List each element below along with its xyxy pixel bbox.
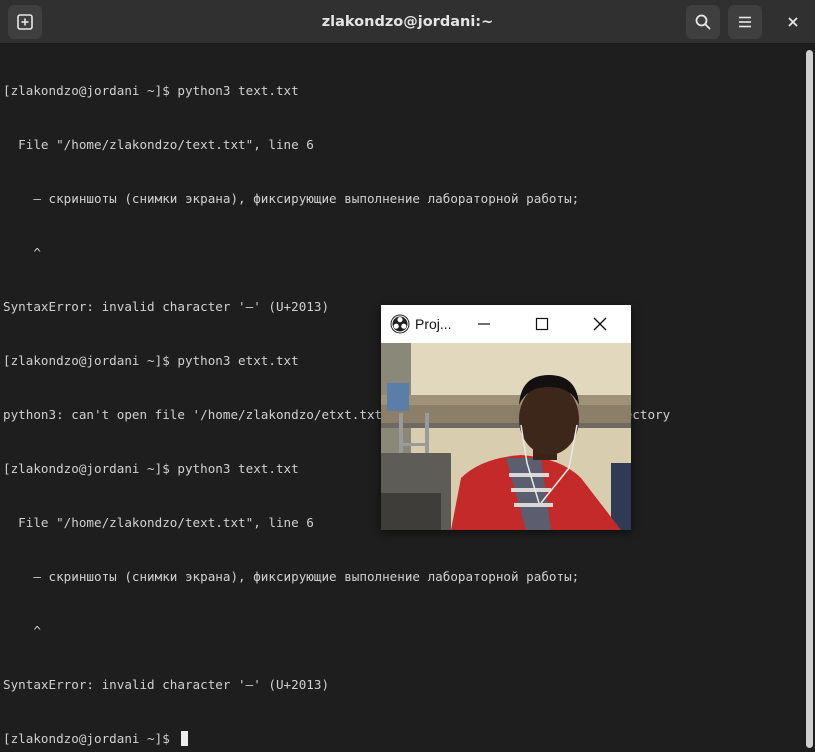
terminal-scrollbar[interactable] <box>802 46 815 752</box>
close-window-button[interactable] <box>778 8 808 36</box>
webcam-image <box>381 343 631 530</box>
search-button[interactable] <box>686 5 720 39</box>
terminal-line: – скриншоты (снимки экрана), фиксирующие… <box>3 191 580 206</box>
header-bar: zlakondzo@jordani:~ <box>0 0 815 44</box>
terminal-line: [zlakondzo@jordani ~]$ python3 text.txt <box>3 83 299 98</box>
terminal-prompt: [zlakondzo@jordani ~]$ <box>3 731 178 746</box>
terminal-line: ^ <box>3 623 41 638</box>
text-cursor <box>181 731 189 746</box>
window-title: zlakondzo@jordani:~ <box>321 14 494 30</box>
terminal-prompt-line[interactable]: [zlakondzo@jordani ~]$ <box>3 730 802 748</box>
terminal-line: SyntaxError: invalid character '–' (U+20… <box>3 677 330 692</box>
search-icon <box>695 14 711 30</box>
terminal-line: – скриншоты (снимки экрана), фиксирующие… <box>3 569 580 584</box>
new-tab-icon <box>17 14 33 30</box>
new-tab-button[interactable] <box>8 5 42 39</box>
projector-close-button[interactable] <box>577 305 623 343</box>
projector-titlebar[interactable]: Proj... <box>381 305 631 343</box>
projector-title: Proj... <box>415 316 452 332</box>
maximize-icon <box>535 317 549 331</box>
webcam-preview <box>381 343 631 530</box>
close-icon <box>788 17 798 27</box>
obs-logo-icon <box>390 314 410 334</box>
terminal-line: File "/home/zlakondzo/text.txt", line 6 <box>3 137 314 152</box>
menu-button[interactable] <box>728 5 762 39</box>
maximize-button[interactable] <box>519 305 565 343</box>
terminal-line: ^ <box>3 245 41 260</box>
minimize-icon <box>478 323 490 325</box>
hamburger-menu-icon <box>739 16 751 28</box>
scrollbar-thumb[interactable] <box>806 50 813 748</box>
close-icon <box>593 317 607 331</box>
minimize-button[interactable] <box>461 305 507 343</box>
projector-window[interactable]: Proj... <box>381 305 631 530</box>
